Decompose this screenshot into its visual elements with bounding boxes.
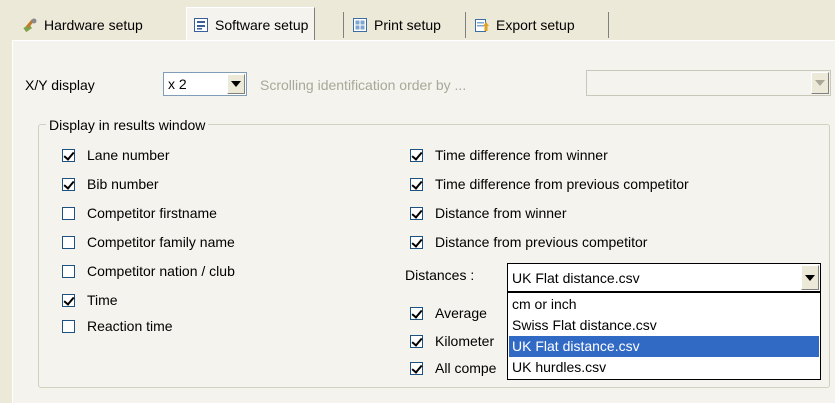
checkbox-label: Competitor family name <box>87 234 235 250</box>
reaction-time-checkbox[interactable]: Reaction time <box>62 317 173 335</box>
checkbox-label: Kilometer <box>435 333 495 349</box>
chevron-down-icon[interactable] <box>227 74 245 94</box>
all-competitors-checkbox[interactable]: All compe <box>410 359 496 377</box>
tab-divider <box>608 12 609 38</box>
checkbox[interactable] <box>62 319 75 333</box>
checkbox-label: Time difference from previous competitor <box>435 176 689 192</box>
distance-previous-checkbox[interactable]: Distance from previous competitor <box>410 233 647 251</box>
checkbox-label: Time difference from winner <box>435 147 608 163</box>
distances-select[interactable]: UK Flat distance.csv <box>507 263 821 292</box>
checkbox-label: Competitor firstname <box>87 205 217 221</box>
checkbox[interactable] <box>410 177 423 191</box>
checkbox-label: Average <box>435 305 487 321</box>
xy-display-value: x 2 <box>168 76 187 92</box>
hardware-icon <box>22 17 38 33</box>
checkbox-label: Bib number <box>87 176 159 192</box>
tab-label: Software setup <box>215 16 309 33</box>
lane-number-checkbox[interactable]: Lane number <box>62 146 170 164</box>
checkbox[interactable] <box>410 148 423 162</box>
checkbox-label: All compe <box>435 360 497 376</box>
checkbox[interactable] <box>410 361 423 375</box>
dropdown-option[interactable]: UK hurdles.csv <box>509 357 819 378</box>
checkbox-label: Lane number <box>87 147 170 163</box>
xy-display-select[interactable]: x 2 <box>163 72 247 96</box>
chevron-down-icon[interactable] <box>801 265 819 290</box>
checkbox[interactable] <box>410 206 423 220</box>
time-difference-previous-checkbox[interactable]: Time difference from previous competitor <box>410 175 689 193</box>
tab-divider <box>343 12 344 38</box>
dropdown-option[interactable]: cm or inch <box>509 294 819 315</box>
software-icon <box>193 17 209 33</box>
tab-label: Hardware setup <box>44 17 143 33</box>
group-title: Display in results window <box>46 117 209 133</box>
distances-label: Distances : <box>405 267 475 283</box>
dropdown-option[interactable]: Swiss Flat distance.csv <box>509 315 819 336</box>
dropdown-option[interactable]: UK Flat distance.csv <box>509 336 819 357</box>
checkbox[interactable] <box>62 148 75 162</box>
competitor-firstname-checkbox[interactable]: Competitor firstname <box>62 204 217 222</box>
time-difference-winner-checkbox[interactable]: Time difference from winner <box>410 146 608 164</box>
checkbox-label: Reaction time <box>87 318 173 334</box>
export-icon <box>474 17 490 33</box>
distances-value: UK Flat distance.csv <box>512 269 640 286</box>
print-icon <box>352 17 368 33</box>
competitor-nation-club-checkbox[interactable]: Competitor nation / club <box>62 262 235 280</box>
distances-dropdown-list: cm or inch Swiss Flat distance.csv UK Fl… <box>507 292 821 380</box>
checkbox[interactable] <box>62 235 75 249</box>
distance-winner-checkbox[interactable]: Distance from winner <box>410 204 567 222</box>
checkbox[interactable] <box>410 306 423 320</box>
xy-display-label: X/Y display <box>25 77 95 93</box>
tab-hardware-setup[interactable]: Hardware setup <box>16 10 149 40</box>
competitor-family-name-checkbox[interactable]: Competitor family name <box>62 233 235 251</box>
checkbox[interactable] <box>62 177 75 191</box>
tab-print-setup[interactable]: Print setup <box>346 10 447 40</box>
checkbox-label: Time <box>87 292 118 308</box>
chevron-down-icon[interactable] <box>811 72 829 94</box>
checkbox-label: Distance from winner <box>435 205 567 221</box>
tab-divider <box>465 12 466 38</box>
checkbox[interactable] <box>62 293 75 307</box>
checkbox-label: Competitor nation / club <box>87 263 235 279</box>
checkbox[interactable] <box>410 334 423 348</box>
checkbox[interactable] <box>410 235 423 249</box>
tab-export-setup[interactable]: Export setup <box>468 10 581 40</box>
bib-number-checkbox[interactable]: Bib number <box>62 175 159 193</box>
checkbox[interactable] <box>62 206 75 220</box>
checkbox-label: Distance from previous competitor <box>435 234 648 250</box>
checkbox[interactable] <box>62 264 75 278</box>
tab-label: Export setup <box>496 17 575 33</box>
tab-label: Print setup <box>374 17 441 33</box>
tab-software-setup[interactable]: Software setup <box>186 7 316 41</box>
scrolling-order-label: Scrolling identification order by ... <box>260 77 467 93</box>
kilometer-checkbox[interactable]: Kilometer <box>410 332 494 350</box>
average-checkbox[interactable]: Average <box>410 304 487 322</box>
time-checkbox[interactable]: Time <box>62 291 118 309</box>
scrolling-order-select[interactable] <box>586 70 831 96</box>
